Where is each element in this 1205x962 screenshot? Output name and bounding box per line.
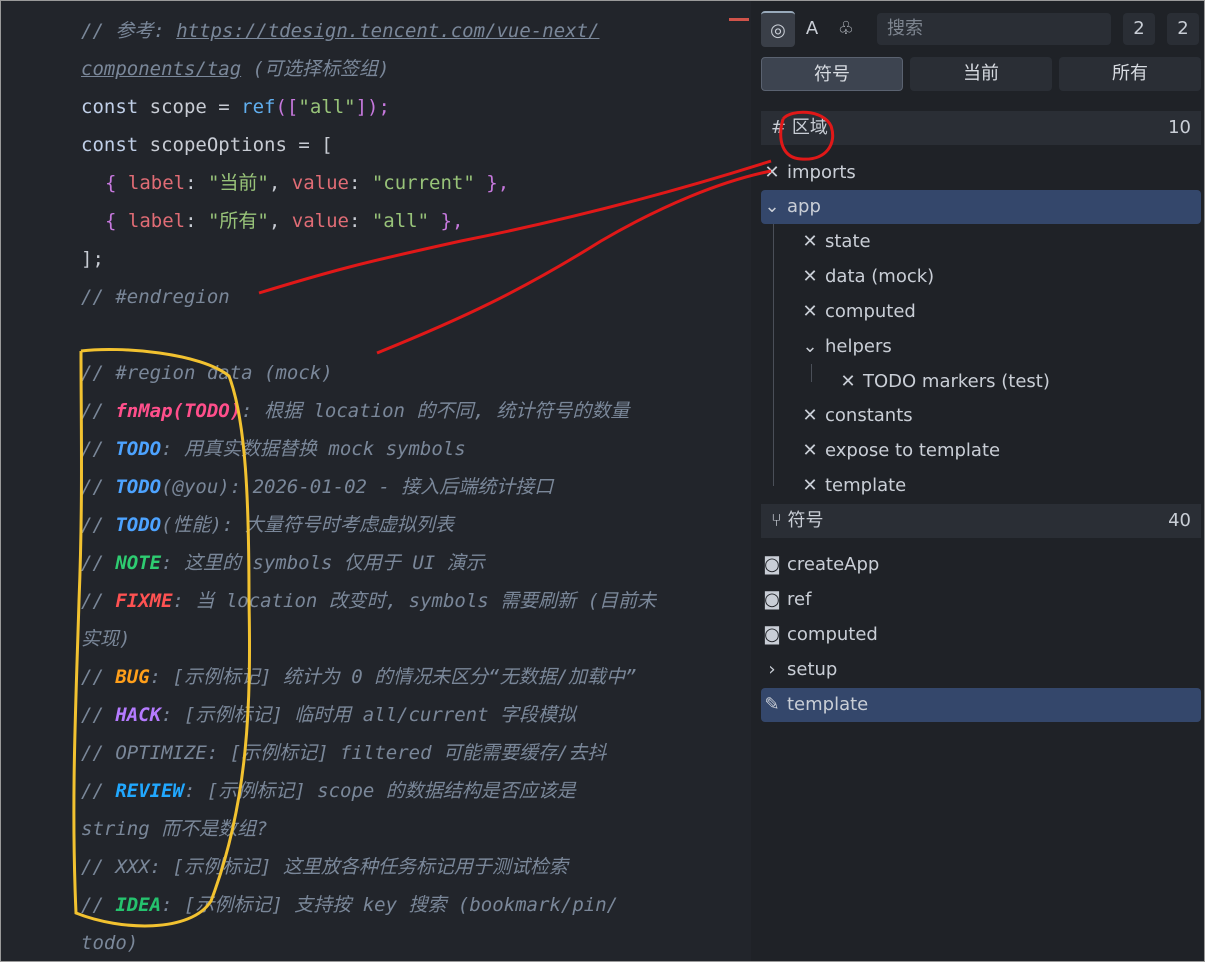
code-line: // TODO(性能): 大量符号时考虑虚拟列表 [81, 514, 454, 536]
region-item-template[interactable]: ✕ template [799, 469, 906, 503]
variable-icon: ◙ [763, 589, 781, 610]
symbols-header[interactable]: ⑂ 符号 40 [761, 504, 1201, 538]
regions-header[interactable]: # 区域 10 [761, 111, 1201, 145]
code-line: const scopeOptions = [ [81, 134, 333, 156]
hash-icon: # [771, 117, 787, 138]
region-item-app[interactable]: ⌄ app [761, 190, 1201, 224]
region-item-todo-markers[interactable]: ✕ TODO markers (test) [837, 365, 1049, 399]
wrench-icon: ✎ [764, 694, 780, 715]
outline-view-icon[interactable]: ◎ [761, 11, 795, 47]
function-icon: › [768, 659, 776, 680]
variable-icon: ◙ [763, 624, 781, 645]
shapes-view-icon[interactable]: ♧ [829, 11, 863, 45]
code-line: // fnMap(TODO): 根据 location 的不同, 统计符号的数量 [81, 400, 630, 422]
symbol-item-setup[interactable]: › setup [761, 653, 1201, 687]
search-input[interactable]: 搜索 [877, 13, 1111, 45]
code-line: // HACK: [示例标记] 临时用 all/current 字段模拟 [81, 704, 576, 726]
outline-panel: ◎ A ♧ 搜索 2 2 符号 当前 所有 # 区域 10 ✕ imports ⌄… [751, 1, 1204, 961]
code-line: 实现) [81, 628, 131, 650]
symbol-tree-icon: ⑂ [771, 510, 782, 531]
collapse-icon: ✕ [802, 231, 818, 252]
tree-guide [811, 364, 812, 382]
code-line: ]; [81, 248, 104, 270]
code-line: // TODO(@you): 2026-01-02 - 接入后端统计接口 [81, 476, 554, 498]
doc-link[interactable]: components/tag [81, 58, 241, 80]
tab-all[interactable]: 所有 [1059, 57, 1201, 91]
scrollbar-marker [729, 18, 749, 21]
collapse-icon: ✕ [802, 440, 818, 461]
expand-chevron-icon: ⌄ [764, 196, 780, 217]
code-line: components/tag (可选择标签组) [81, 58, 390, 80]
region-item-imports[interactable]: ✕ imports [761, 156, 1201, 190]
collapse-icon: ✕ [802, 405, 818, 426]
code-line: // OPTIMIZE: [示例标记] filtered 可能需要缓存/去抖 [81, 742, 607, 764]
counter-box[interactable]: 2 [1167, 13, 1199, 45]
symbol-item-createapp[interactable]: ◙ createApp [761, 548, 1201, 582]
tree-guide [773, 224, 774, 486]
code-line: // BUG: [示例标记] 统计为 0 的情况未区分“无数据/加载中” [81, 666, 637, 688]
code-line: // 参考: https://tdesign.tencent.com/vue-n… [81, 20, 600, 42]
symbols-count: 40 [1168, 510, 1191, 531]
code-line: // #region data (mock) [81, 362, 333, 384]
code-line: todo) [81, 932, 139, 954]
code-line: // IDEA: [示例标记] 支持按 key 搜索 (bookmark/pin… [81, 894, 619, 916]
code-line: // NOTE: 这里的 symbols 仅用于 UI 演示 [81, 552, 485, 574]
region-item-computed[interactable]: ✕ computed [799, 295, 915, 329]
collapse-icon: ✕ [802, 301, 818, 322]
code-line: string 而不是数组? [81, 818, 268, 840]
region-item-constants[interactable]: ✕ constants [799, 399, 912, 433]
code-line: // XXX: [示例标记] 这里放各种任务标记用于测试检索 [81, 856, 568, 878]
collapse-icon: ✕ [840, 371, 856, 392]
region-item-helpers[interactable]: ⌄ helpers [799, 330, 891, 364]
doc-link[interactable]: https://tdesign.tencent.com/vue-next/ [176, 20, 599, 42]
code-editor[interactable]: // 参考: https://tdesign.tencent.com/vue-n… [1, 1, 751, 961]
code-line: // #endregion [81, 286, 230, 308]
text-view-icon[interactable]: A [795, 11, 829, 45]
tab-current[interactable]: 当前 [910, 57, 1052, 91]
counter-box[interactable]: 2 [1123, 13, 1155, 45]
code-line: { label: "所有", value: "all" }, [105, 210, 464, 232]
region-item-expose[interactable]: ✕ expose to template [799, 434, 1000, 468]
code-line: // REVIEW: [示例标记] scope 的数据结构是否应该是 [81, 780, 576, 802]
code-line: const scope = ref(["all"]); [81, 96, 390, 118]
expand-chevron-icon: ⌄ [802, 336, 818, 357]
code-line: // FIXME: 当 location 改变时, symbols 需要刷新 (… [81, 590, 657, 612]
code-line: { label: "当前", value: "current" }, [105, 172, 510, 194]
regions-count: 10 [1168, 117, 1191, 138]
symbol-item-computed[interactable]: ◙ computed [761, 618, 1201, 652]
code-line: // TODO: 用真实数据替换 mock symbols [81, 438, 466, 460]
variable-icon: ◙ [763, 554, 781, 575]
editor-window: // 参考: https://tdesign.tencent.com/vue-n… [0, 0, 1205, 962]
symbol-item-ref[interactable]: ◙ ref [761, 583, 1201, 617]
collapse-icon: ✕ [764, 162, 780, 183]
region-item-data-mock[interactable]: ✕ data (mock) [799, 260, 934, 294]
region-item-state[interactable]: ✕ state [799, 225, 870, 259]
collapse-icon: ✕ [802, 266, 818, 287]
collapse-icon: ✕ [802, 475, 818, 496]
tab-symbols[interactable]: 符号 [761, 57, 903, 91]
symbol-item-template[interactable]: ✎ template [761, 688, 1201, 722]
